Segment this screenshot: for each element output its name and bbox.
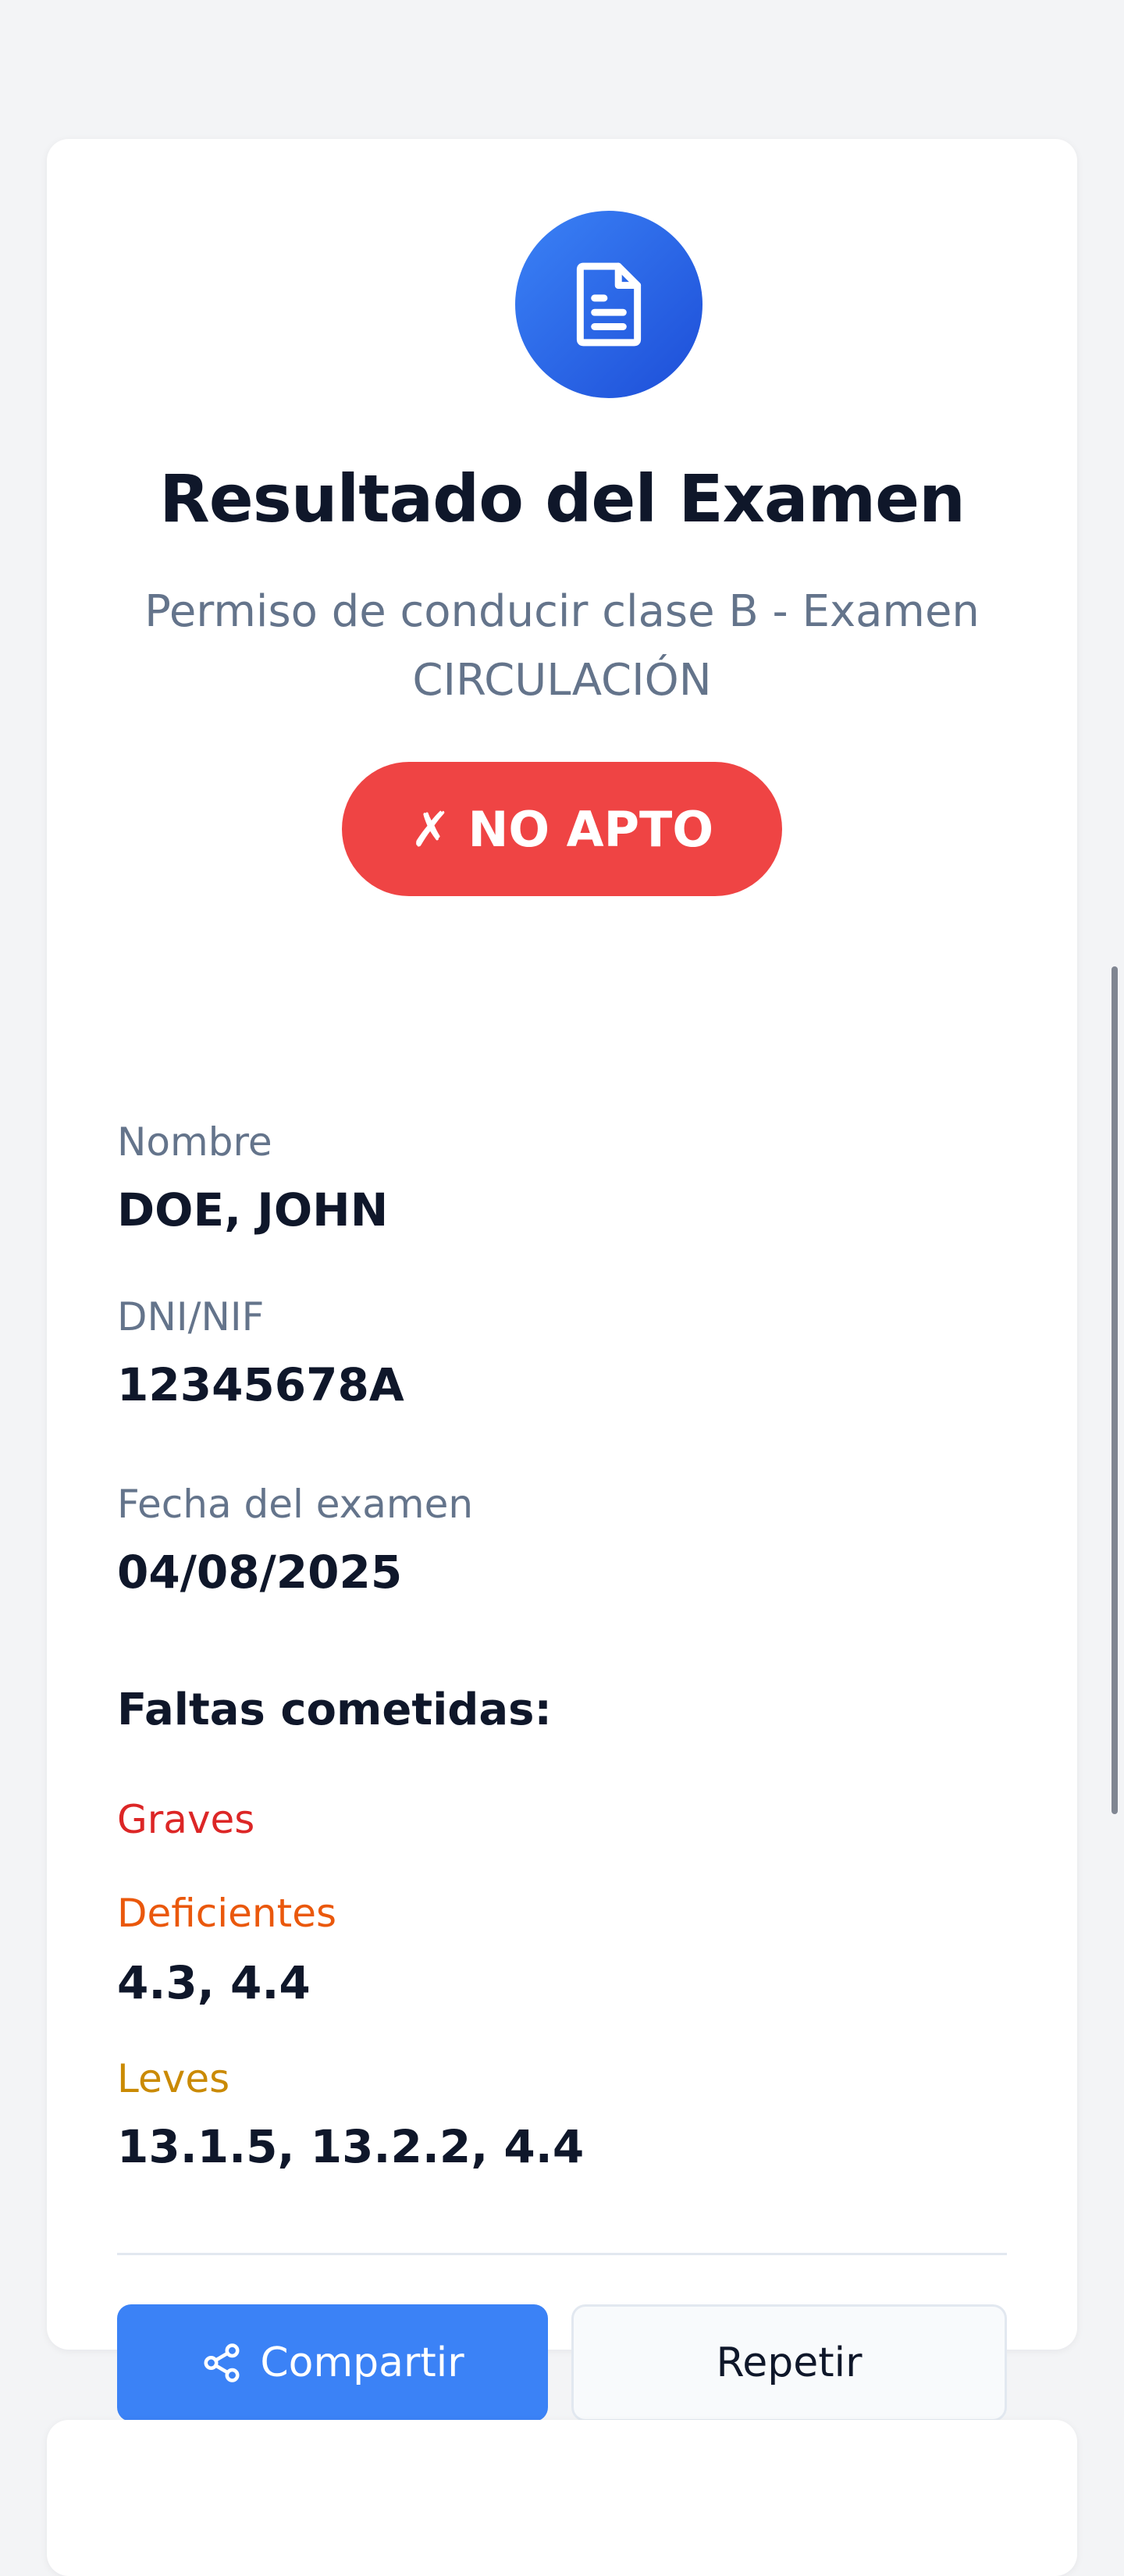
faults-deficientes-value: 4.3, 4.4	[117, 1956, 311, 2009]
share-button-label: Compartir	[260, 2339, 464, 2386]
page-title: Resultado del Examen	[159, 461, 966, 537]
result-card: Resultado del Examen Permiso de conducir…	[47, 139, 1077, 2421]
id-label: DNI/NIF	[117, 1294, 265, 1340]
divider	[117, 2253, 1007, 2255]
result-status-badge: ✗ NO APTO	[342, 762, 782, 896]
date-value: 04/08/2025	[117, 1546, 403, 1599]
exam-subtitle: Permiso de conducir clase B - Examen CIR…	[144, 586, 980, 706]
faults-leves-label: Leves	[117, 2056, 230, 2101]
id-value: 12345678A	[117, 1358, 404, 1411]
faults-leves-value: 13.1.5, 13.2.2, 4.4	[117, 2120, 585, 2173]
repeat-button[interactable]: Repetir	[571, 2304, 1007, 2421]
share-button[interactable]: Compartir	[117, 2304, 548, 2421]
share-icon	[204, 2343, 240, 2382]
name-label: Nombre	[117, 1119, 272, 1165]
name-value: DOE, JOHN	[117, 1183, 389, 1236]
document-icon	[576, 262, 642, 347]
date-label: Fecha del examen	[117, 1482, 474, 1527]
next-card	[47, 2420, 1077, 2576]
repeat-button-label: Repetir	[716, 2339, 863, 2386]
faults-deficientes-label: Deficientes	[117, 1891, 337, 1936]
document-icon-badge	[515, 211, 702, 398]
faults-graves-label: Graves	[117, 1797, 255, 1842]
scrollbar[interactable]	[1112, 966, 1118, 1814]
faults-title: Faltas cometidas:	[117, 1685, 552, 1735]
